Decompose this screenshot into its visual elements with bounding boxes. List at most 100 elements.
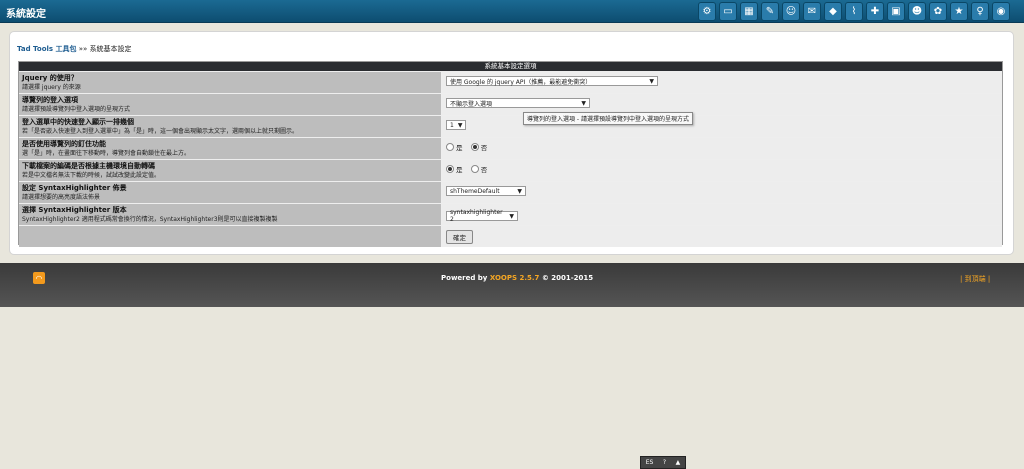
people-icon[interactable]: ☺	[782, 2, 800, 21]
row-desc: 若是中文檔名無法下載的時候，試試改變此設定值。	[22, 172, 161, 179]
radio-label: 是	[456, 144, 463, 152]
select-value: syntaxhighlighter 2	[450, 209, 503, 223]
row-desc: 請選擇想要的高亮度語法佈景	[22, 194, 101, 201]
select-value: 1	[450, 121, 454, 129]
rss-icon[interactable]: ◠	[33, 272, 45, 284]
breadcrumb-separator: »»	[78, 45, 88, 53]
gear-icon[interactable]: ✿	[929, 2, 947, 21]
row-value: 使用 Google 的 jquery API（推薦，最能避免衝突） ▼	[442, 72, 1002, 93]
diamond-icon[interactable]: ◆	[824, 2, 842, 21]
table-row: 登入選單中的快速登入顯示一排幾個 若「是否嵌入快速登入到登入選單中」為「是」時，…	[19, 112, 1002, 137]
row-value: 確定	[442, 226, 1002, 247]
row-label: 下載檔案的編碼是否根據主機環境自動轉碼 若是中文檔名無法下載的時候，試試改變此設…	[19, 160, 442, 181]
select-value: shThemeDefault	[450, 187, 500, 195]
table-row: 是否使用導覽列的釘住功能 選「是」時，在畫面往下移動時，導覽列會自動鎖住在最上方…	[19, 137, 1002, 159]
pen-icon[interactable]: ✎	[761, 2, 779, 21]
language-indicator[interactable]: ES	[646, 459, 654, 466]
broom-icon[interactable]: ⌇	[845, 2, 863, 21]
table-row: 導覽列的登入選項 請選擇預設導覽列中登入選項的呈現方式 不顯示登入選項 ▼	[19, 93, 1002, 115]
syntax-theme-select[interactable]: shThemeDefault ▼	[446, 186, 526, 196]
chevron-down-icon: ▼	[649, 77, 654, 85]
row-title: 登入選單中的快速登入顯示一排幾個	[22, 118, 134, 126]
xoops-icon[interactable]: ◉	[992, 2, 1010, 21]
star-icon[interactable]: ★	[950, 2, 968, 21]
chevron-down-icon: ▼	[517, 187, 522, 195]
powered-prefix: Powered by	[441, 274, 488, 282]
puzzle-icon[interactable]: ✚	[866, 2, 884, 21]
table-row: 設定 SyntaxHighlighter 佈景 請選擇想要的高亮度語法佈景 sh…	[19, 181, 1002, 203]
row-title: 選擇 SyntaxHighlighter 版本	[22, 206, 127, 214]
row-label: 是否使用導覽列的釘住功能 選「是」時，在畫面往下移動時，導覽列會自動鎖住在最上方…	[19, 138, 442, 159]
radio-circle	[470, 165, 479, 173]
auto-encode-yes-radio[interactable]: 是	[446, 164, 463, 174]
blocks-icon[interactable]: ▦	[740, 2, 758, 21]
row-title: 設定 SyntaxHighlighter 佈景	[22, 184, 127, 192]
syntax-version-select[interactable]: syntaxhighlighter 2 ▼	[446, 209, 518, 223]
row-value: 1 ▼ 導覽列的登入選項 - 請選擇預設導覽列中登入選項的呈現方式	[442, 112, 1002, 137]
row-value: syntaxhighlighter 2 ▼	[442, 204, 1002, 225]
top-bar: 系統設定 ⚙ ▭ ▦ ✎ ☺ ✉ ◆ ⌇ ✚ ▣ ☻ ✿ ★ ♀ ◉	[0, 0, 1024, 23]
table-header: 系統基本設定選項	[19, 62, 1002, 71]
picture-icon[interactable]: ▣	[887, 2, 905, 21]
row-label: 設定 SyntaxHighlighter 佈景 請選擇想要的高亮度語法佈景	[19, 182, 442, 203]
submit-row: 確定	[19, 225, 1002, 247]
chevron-down-icon: ▼	[457, 121, 463, 129]
expand-icon[interactable]: ▲	[676, 459, 681, 466]
chevron-down-icon: ▼	[581, 99, 586, 107]
quick-login-count-select[interactable]: 1 ▼	[446, 120, 466, 130]
row-title: Jquery 的使用？	[22, 74, 78, 82]
row-value: 是 否	[442, 160, 1002, 181]
radio-circle	[470, 143, 479, 151]
radio-circle	[446, 143, 454, 151]
row-label: 選擇 SyntaxHighlighter 版本 SyntaxHighlighte…	[19, 204, 442, 225]
row-desc: 若「是否嵌入快速登入到登入選單中」為「是」時，這一個會出現顯示太文字，選兩個以上…	[22, 128, 299, 135]
auto-encode-no-radio[interactable]: 否	[470, 164, 488, 174]
pipe-left: |	[960, 275, 963, 283]
radio-label: 是	[456, 166, 463, 174]
row-desc: 請選擇 jquery 的來源	[22, 84, 81, 91]
back-to-top: | 到頂端 |	[960, 274, 990, 284]
row-label: Jquery 的使用？ 請選擇 jquery 的來源	[19, 72, 442, 93]
row-desc: 選「是」時，在畫面往下移動時，導覽列會自動鎖住在最上方。	[22, 150, 191, 157]
sticky-nav-no-radio[interactable]: 否	[470, 142, 488, 152]
pipe-right: |	[987, 275, 991, 283]
xoops-link[interactable]: XOOPS 2.5.7	[490, 274, 540, 282]
breadcrumb: Tad Tools 工具包 »» 系統基本設定	[17, 44, 132, 54]
row-desc: SyntaxHighlighter2 適用程式碼常會換行的情況，SyntaxHi…	[22, 216, 278, 223]
radio-label: 否	[480, 144, 488, 152]
row-value: 是 否	[442, 138, 1002, 159]
row-label: 登入選單中的快速登入顯示一排幾個 若「是否嵌入快速登入到登入選單中」為「是」時，…	[19, 116, 442, 137]
row-title: 導覽列的登入選項	[22, 96, 78, 104]
settings-table: 系統基本設定選項 Jquery 的使用？ 請選擇 jquery 的來源 使用 G…	[18, 61, 1003, 247]
key-icon[interactable]: ♀	[971, 2, 989, 21]
breadcrumb-parent-link[interactable]: Tad Tools 工具包	[17, 45, 77, 53]
row-title: 是否使用導覽列的釘住功能	[22, 140, 106, 148]
toolbar-icons: ⚙ ▭ ▦ ✎ ☺ ✉ ◆ ⌇ ✚ ▣ ☻ ✿ ★ ♀ ◉	[698, 2, 1010, 21]
submit-button[interactable]: 確定	[446, 230, 473, 244]
tooltip: 導覽列的登入選項 - 請選擇預設導覽列中登入選項的呈現方式	[523, 112, 693, 125]
help-icon[interactable]: ?	[663, 459, 666, 466]
row-title: 下載檔案的編碼是否根據主機環境自動轉碼	[22, 162, 155, 170]
sticky-nav-yes-radio[interactable]: 是	[446, 142, 463, 152]
table-row: 下載檔案的編碼是否根據主機環境自動轉碼 若是中文檔名無法下載的時候，試試改變此設…	[19, 159, 1002, 181]
language-bar: ES ? ▲	[640, 456, 686, 469]
select-value: 使用 Google 的 jquery API（推薦，最能避免衝突）	[450, 78, 592, 86]
login-option-select[interactable]: 不顯示登入選項 ▼	[446, 98, 590, 108]
row-label: 導覽列的登入選項 請選擇預設導覽列中登入選項的呈現方式	[19, 94, 442, 115]
row-desc: 請選擇預設導覽列中登入選項的呈現方式	[22, 106, 131, 113]
smile-icon[interactable]: ☻	[908, 2, 926, 21]
breadcrumb-current: 系統基本設定	[89, 45, 132, 53]
mail-icon[interactable]: ✉	[803, 2, 821, 21]
copyright: © 2001-2015	[541, 274, 594, 282]
settings-icon[interactable]: ⚙	[698, 2, 716, 21]
content-panel: Tad Tools 工具包 »» 系統基本設定 系統基本設定選項 Jquery …	[9, 31, 1014, 255]
monitor-icon[interactable]: ▭	[719, 2, 737, 21]
chevron-down-icon: ▼	[509, 212, 514, 220]
table-row: 選擇 SyntaxHighlighter 版本 SyntaxHighlighte…	[19, 203, 1002, 225]
jquery-select[interactable]: 使用 Google 的 jquery API（推薦，最能避免衝突） ▼	[446, 76, 658, 86]
back-to-top-link[interactable]: 到頂端	[965, 275, 986, 283]
radio-circle	[446, 165, 454, 173]
radio-label: 否	[480, 166, 488, 174]
powered-by: Powered by XOOPS 2.5.7 © 2001-2015	[441, 274, 593, 282]
row-value: shThemeDefault ▼	[442, 182, 1002, 203]
